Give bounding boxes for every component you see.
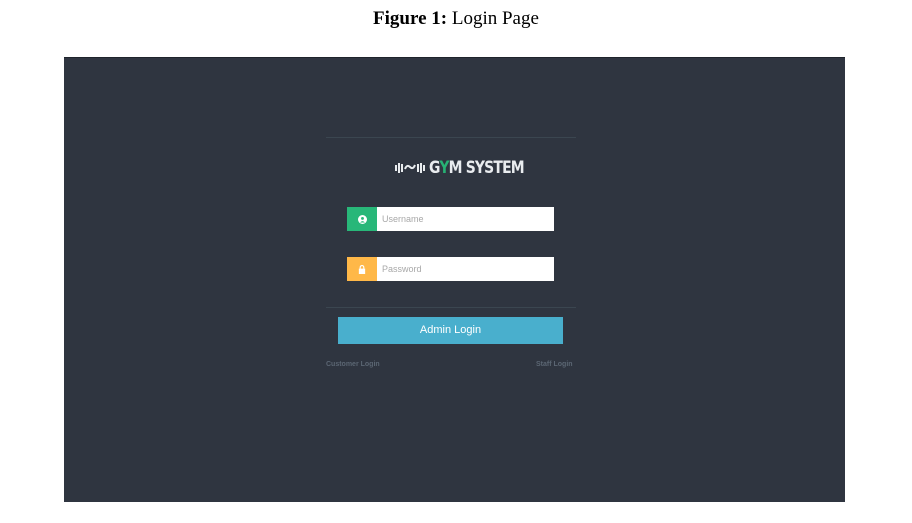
admin-login-button[interactable]: Admin Login <box>338 317 563 344</box>
form-divider <box>326 307 576 308</box>
figure-title: Login Page <box>447 8 539 29</box>
login-screen: GYM SYSTEM Admin Login Customer Login St… <box>64 57 845 502</box>
username-field <box>347 207 554 231</box>
logo-text-accent: Y <box>439 158 449 178</box>
lock-icon <box>347 257 377 281</box>
gym-system-logo: GYM SYSTEM <box>395 158 525 178</box>
logo-text: GYM SYSTEM <box>429 158 525 178</box>
username-input[interactable] <box>377 207 554 231</box>
user-circle-icon <box>347 207 377 231</box>
figure-caption: Figure 1: Login Page <box>0 8 912 30</box>
logo-text-end: M SYSTEM <box>448 158 525 178</box>
dumbbell-icon <box>395 162 425 174</box>
password-input[interactable] <box>377 257 554 281</box>
logo-text-start: G <box>429 158 440 178</box>
figure-label: Figure 1: <box>373 8 448 29</box>
staff-login-link[interactable]: Staff Login <box>536 361 573 368</box>
customer-login-link[interactable]: Customer Login <box>326 361 380 368</box>
top-divider <box>326 137 576 138</box>
password-field <box>347 257 554 281</box>
